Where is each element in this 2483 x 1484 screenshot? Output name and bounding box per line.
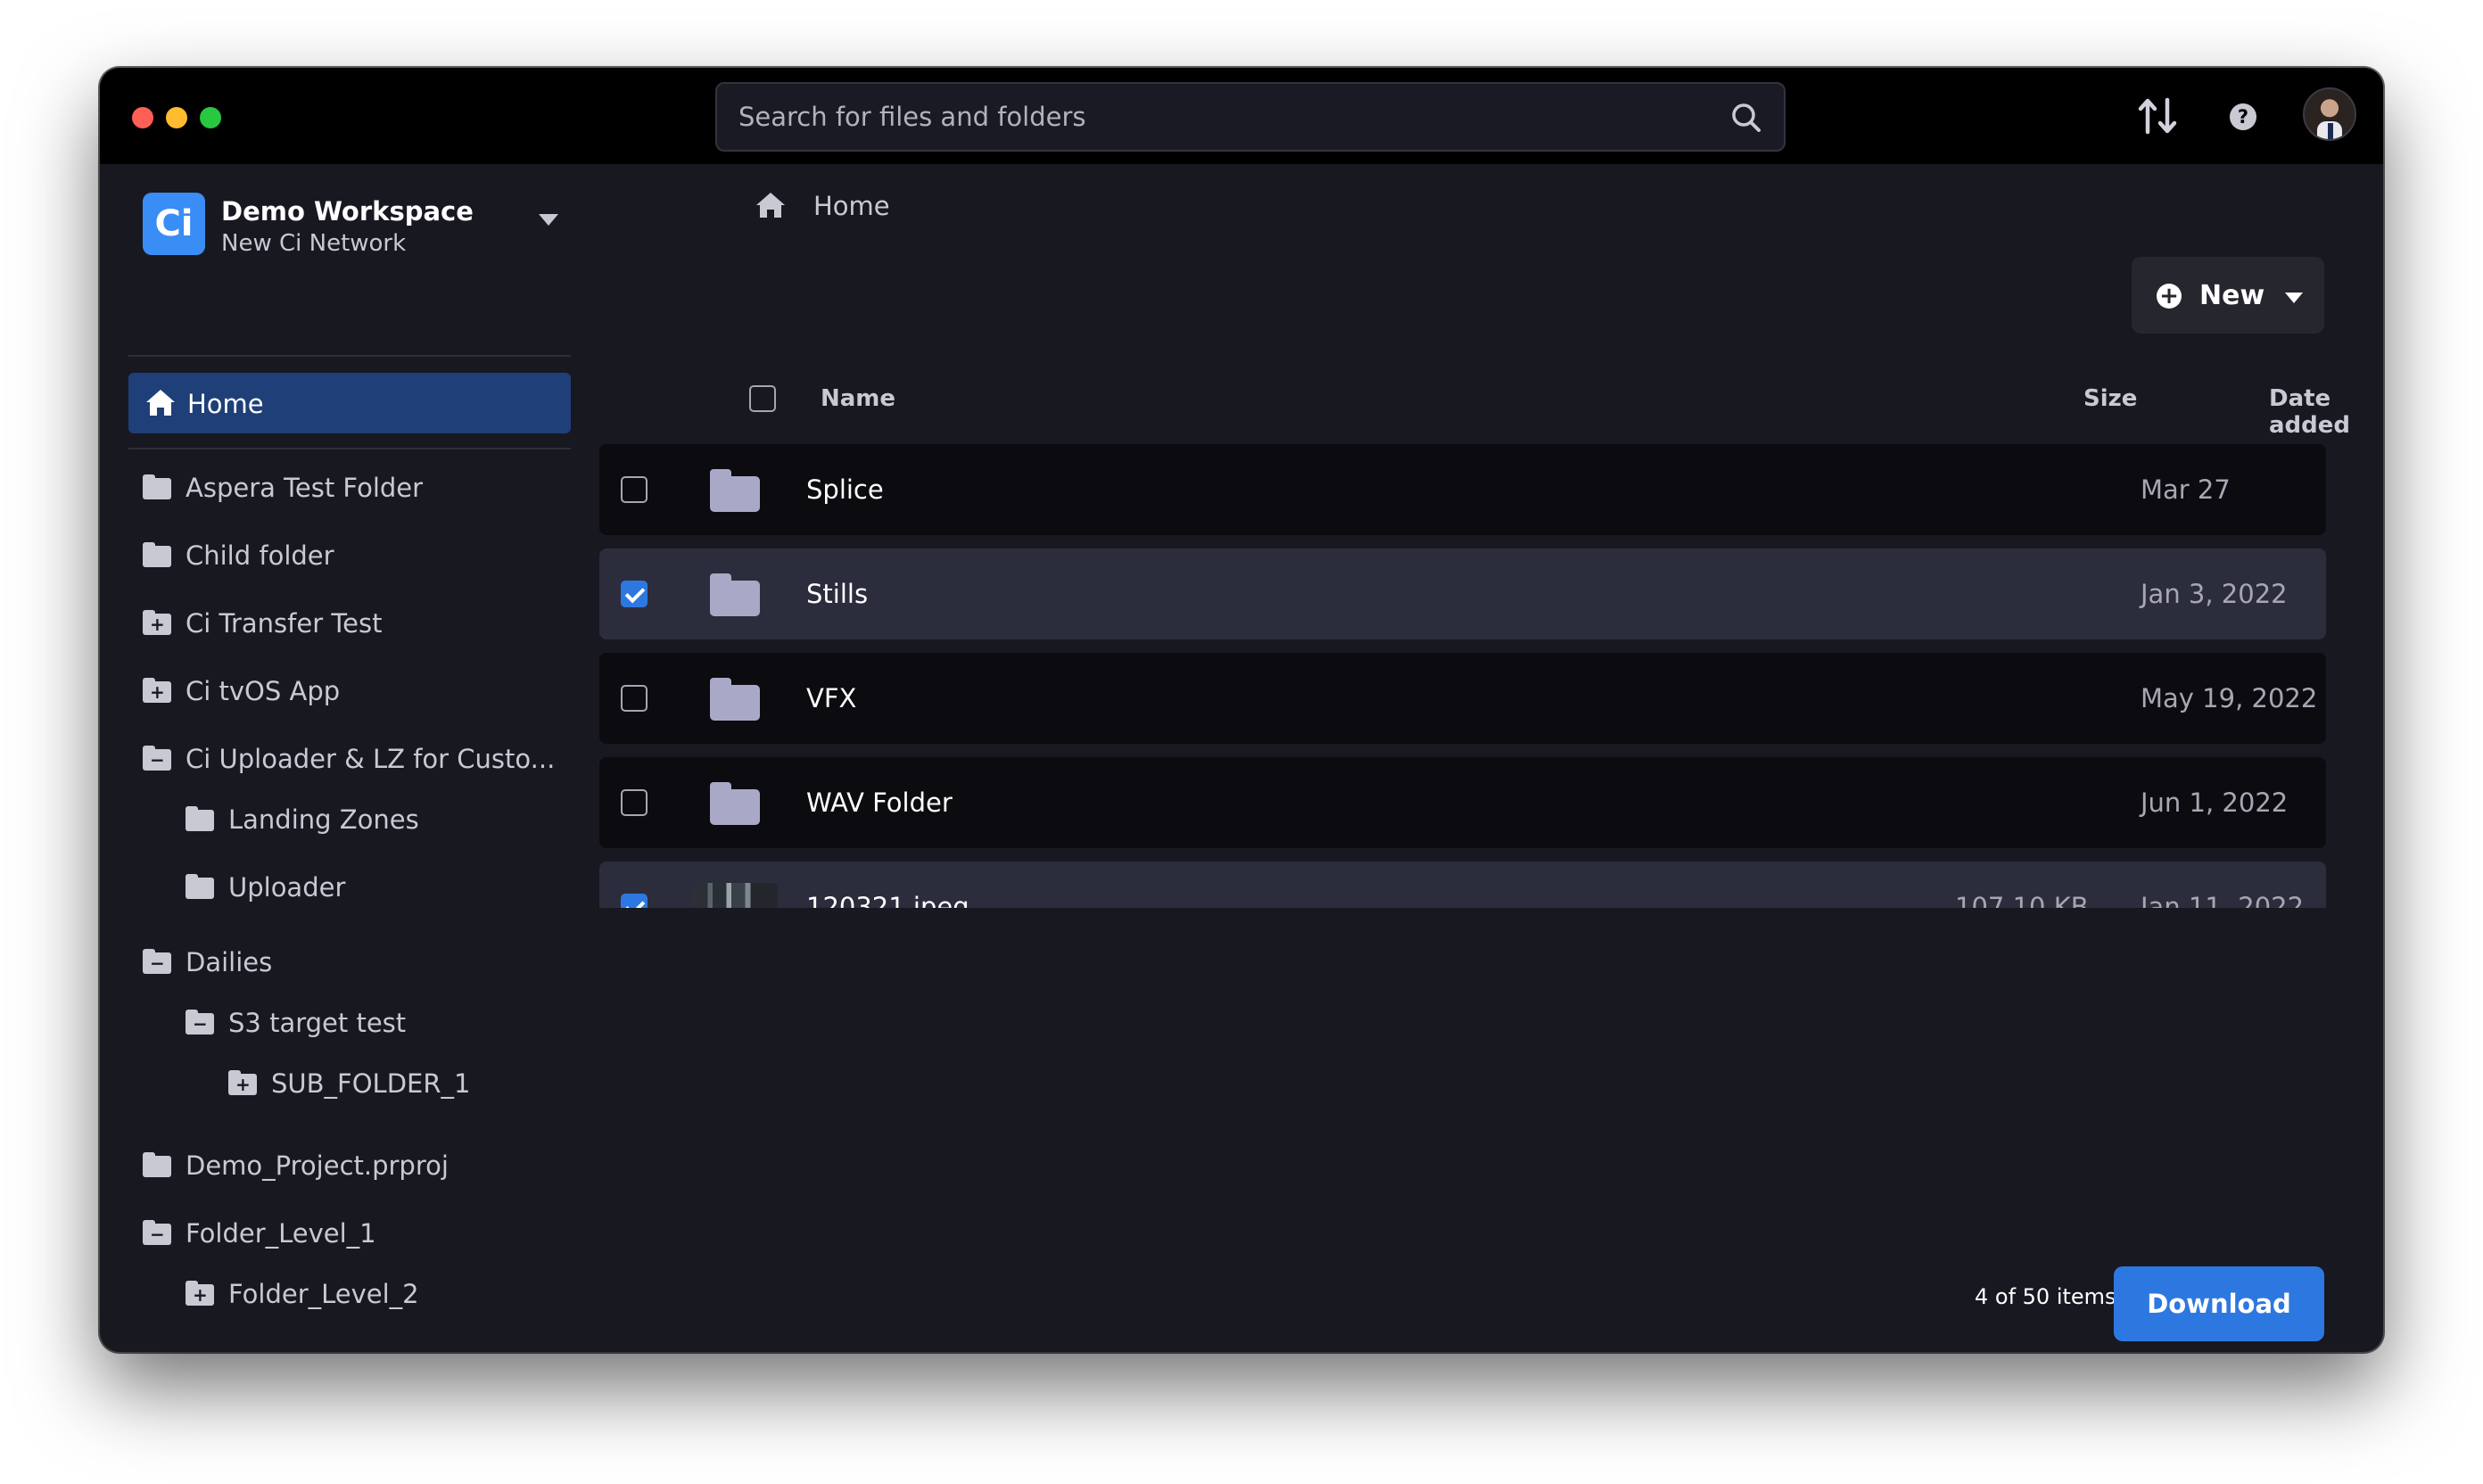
table-row[interactable]: 120321.jpeg 107.10 KB Jan 11, 2022 [599, 862, 2326, 908]
select-all-checkbox[interactable] [749, 385, 776, 412]
folder-plus-icon: + [186, 1281, 214, 1306]
help-icon[interactable]: ? [2230, 103, 2256, 130]
row-checkbox[interactable] [621, 476, 648, 503]
folder-plus-icon: + [143, 610, 171, 635]
breadcrumb[interactable]: Home [813, 191, 890, 221]
row-checkbox[interactable] [621, 581, 648, 607]
sidebar-item-label: Dailies [186, 947, 273, 977]
folder-icon [186, 806, 214, 831]
file-name[interactable]: Stills [806, 579, 868, 609]
file-date: Jan 3, 2022 [2141, 579, 2288, 609]
sidebar-item-label: Ci Transfer Test [186, 608, 383, 639]
sidebar-item-label: Folder_Level_2 [228, 1279, 419, 1309]
folder-icon [710, 782, 760, 825]
folder-minus-icon: − [143, 746, 171, 771]
download-button[interactable]: Download [2114, 1266, 2324, 1341]
table-row[interactable]: VFX May 19, 2022 [599, 653, 2326, 744]
column-name[interactable]: Name [821, 385, 895, 412]
transfers-icon[interactable] [2137, 96, 2178, 136]
chevron-down-icon [2285, 293, 2303, 303]
column-date[interactable]: Date added [2269, 385, 2383, 439]
table-header: Name Size Date added [599, 371, 2383, 439]
folder-icon [143, 542, 171, 567]
table-row[interactable]: Splice Mar 27 [599, 444, 2326, 535]
folder-minus-icon: − [186, 1010, 214, 1035]
search-input[interactable]: Search for files and folders [715, 82, 1786, 152]
file-browser: Home + New Name Size Date added Splice Ma… [599, 164, 2383, 1352]
folder-icon [143, 474, 171, 499]
file-name[interactable]: VFX [806, 683, 856, 713]
file-date: Jun 1, 2022 [2141, 787, 2289, 818]
row-checkbox[interactable] [621, 685, 648, 712]
sidebar-item-label: SUB_FOLDER_1 [271, 1068, 471, 1099]
folder-minus-icon: − [143, 1220, 171, 1245]
row-checkbox[interactable] [621, 789, 648, 816]
sidebar-item-home[interactable]: Home [128, 373, 571, 433]
sidebar-item-label: Home [187, 389, 264, 419]
file-name[interactable]: 120321.jpeg [806, 892, 969, 908]
file-name[interactable]: WAV Folder [806, 787, 953, 818]
folder-minus-icon: − [143, 949, 171, 974]
sidebar-item-label: Ci tvOS App [186, 676, 341, 706]
folder-icon [143, 1152, 171, 1177]
row-checkbox[interactable] [621, 894, 648, 908]
minimize-window-button[interactable] [166, 107, 187, 128]
workspace-subtitle: New Ci Network [221, 230, 407, 257]
table-row[interactable]: Stills Jan 3, 2022 [599, 548, 2326, 639]
workspace-dropdown-icon[interactable] [539, 214, 558, 226]
new-button-label: New [2199, 280, 2265, 311]
workspace-name[interactable]: Demo Workspace [221, 196, 474, 227]
folder-icon [186, 874, 214, 899]
folder-icon [710, 678, 760, 721]
sidebar-item-label: Child folder [186, 540, 334, 571]
file-date: Mar 27 [2141, 474, 2231, 505]
footer: 4 of 50 items selected Download [599, 1266, 2383, 1352]
avatar[interactable] [2303, 87, 2356, 141]
file-date: Jan 11, 2022 [2141, 892, 2305, 908]
plus-icon: + [2157, 284, 2182, 309]
folder-plus-icon: + [143, 678, 171, 703]
sidebar-item-label: Landing Zones [228, 804, 419, 835]
folder-plus-icon: + [228, 1070, 257, 1095]
maximize-window-button[interactable] [200, 107, 221, 128]
sidebar-item-label: Aspera Test Folder [186, 473, 424, 503]
close-window-button[interactable] [132, 107, 153, 128]
home-icon[interactable] [755, 191, 787, 219]
file-list: Splice Mar 27 Stills Jan 3, 2022 VFX May 19, … [471, 444, 2383, 908]
table-row[interactable]: WAV Folder Jun 1, 2022 [599, 757, 2326, 848]
workspace-logo: Ci [143, 193, 205, 255]
sidebar-item-label: Demo_Project.prproj [186, 1150, 449, 1181]
search-icon[interactable] [1728, 100, 1764, 136]
search-placeholder: Search for files and folders [738, 102, 1086, 132]
sidebar-item-label: Folder_Level_1 [186, 1218, 376, 1249]
column-size[interactable]: Size [2083, 385, 2137, 412]
sidebar-divider [128, 355, 571, 357]
file-thumbnail [692, 883, 778, 908]
sidebar-item-label: S3 target test [228, 1008, 407, 1038]
folder-icon [710, 469, 760, 512]
folder-icon [710, 573, 760, 616]
file-date: May 19, 2022 [2141, 683, 2318, 713]
sidebar-item-label: Uploader [228, 872, 346, 903]
new-button[interactable]: + New [2132, 257, 2324, 334]
file-name[interactable]: Splice [806, 474, 884, 505]
file-size: 107.10 KB [1955, 892, 2089, 908]
title-bar: Search for files and folders ? [100, 68, 2383, 164]
app-window: Search for files and folders ? Ci Demo W… [100, 68, 2383, 1352]
home-icon [146, 390, 175, 416]
